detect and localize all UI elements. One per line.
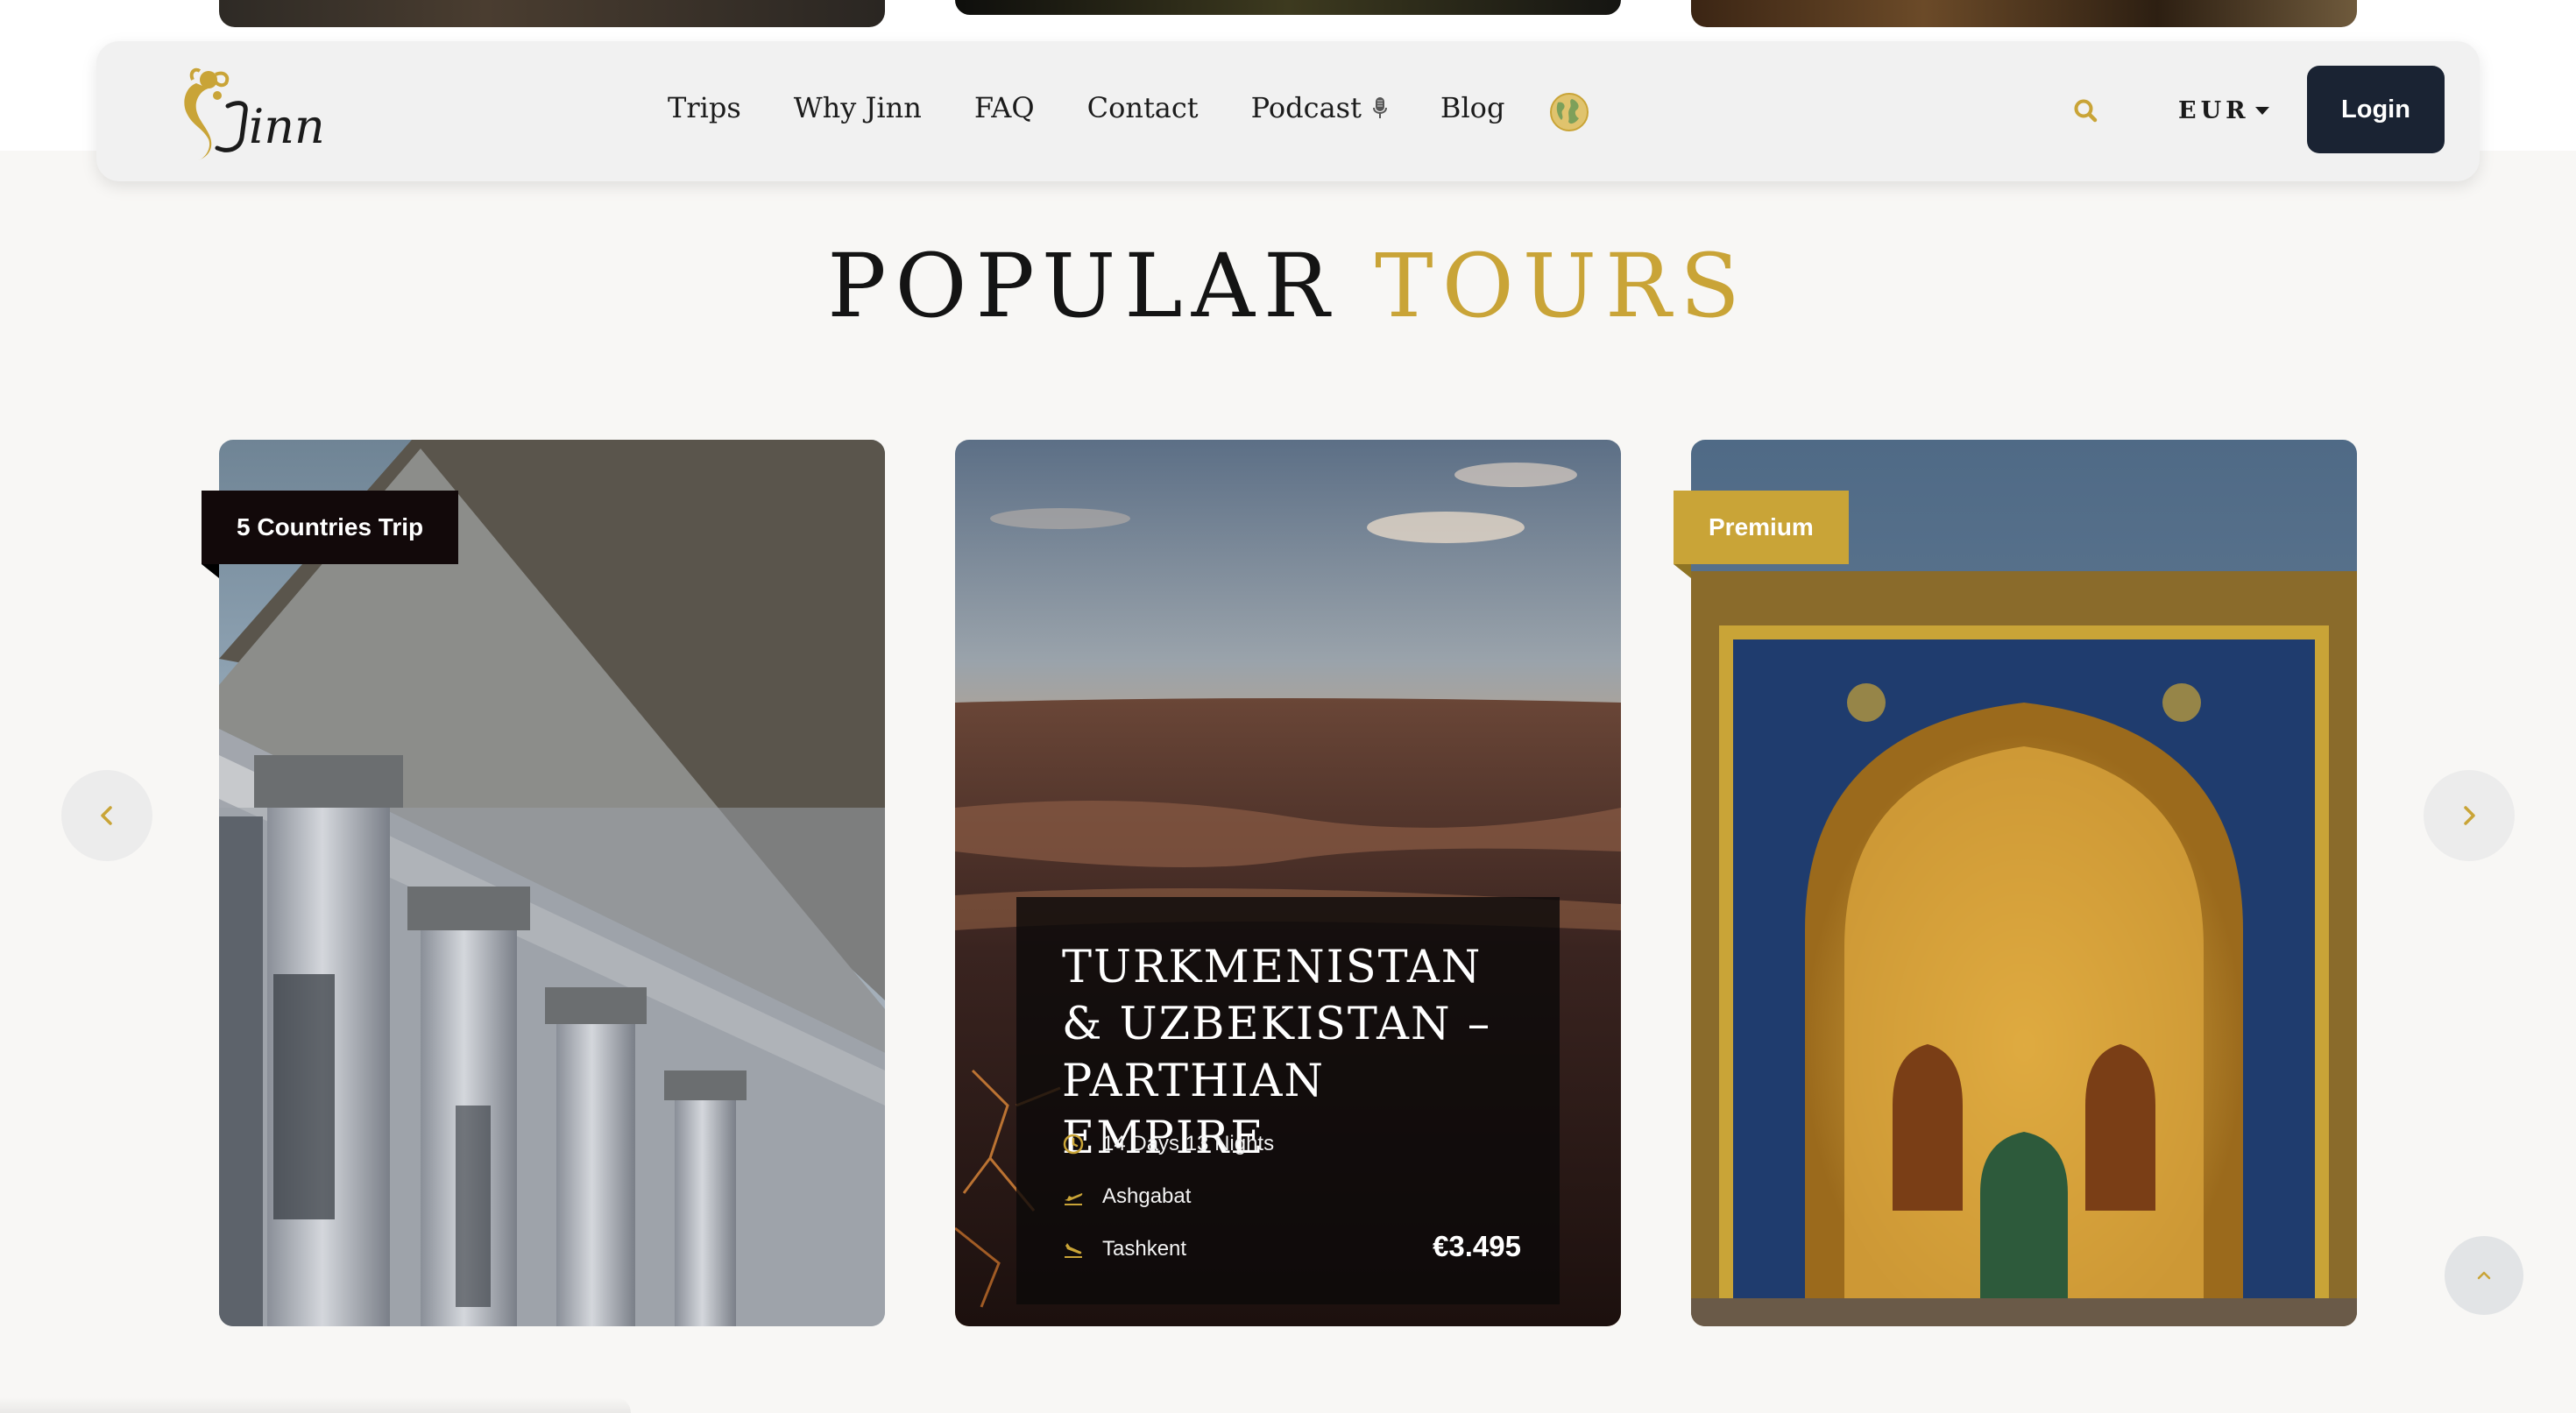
nav-faq[interactable]: FAQ (974, 94, 1035, 122)
nav-why-jinn[interactable]: Why Jinn (794, 94, 922, 122)
scroll-to-top-button[interactable] (2445, 1236, 2523, 1315)
tour-arrival-label: Tashkent (1102, 1237, 1187, 1261)
cookie-banner-edge (0, 1397, 631, 1413)
previous-card-image (1691, 0, 2357, 27)
tour-badge-label: 5 Countries Trip (237, 513, 424, 540)
genie-logo-icon: inn (184, 67, 325, 160)
caret-down-icon (2254, 107, 2269, 115)
tour-duration-label: 14 Days 13 Nights (1102, 1132, 1275, 1155)
tiled-mosque-portal-photo (1691, 440, 2357, 1326)
plane-arrival-icon (1065, 1243, 1082, 1258)
jinn-logo[interactable]: inn (163, 57, 338, 167)
previous-card-image (955, 0, 1621, 15)
currency-label: EUR (2178, 97, 2250, 124)
currency-selector[interactable]: EUR (2178, 97, 2269, 124)
tour-arrival: Tashkent (1062, 1237, 1186, 1261)
carousel-next-button[interactable] (2424, 770, 2515, 861)
section-title-accent: TOURS (1375, 235, 1749, 337)
neoclassical-columns-photo (219, 440, 885, 1326)
site-header: inn Trips Why Jinn FAQ Contact Podcast B… (96, 41, 2480, 181)
previous-card-image (219, 0, 885, 27)
premium-badge: Premium (1674, 491, 1849, 578)
svg-text:inn: inn (249, 99, 325, 154)
section-title-dark: POPULAR (827, 235, 1339, 337)
premium-badge-label: Premium (1709, 513, 1814, 540)
globe-icon[interactable] (1549, 92, 1589, 132)
main-nav: Trips Why Jinn FAQ Contact Podcast Blog (668, 94, 1557, 122)
tour-badge: 5 Countries Trip (202, 491, 459, 578)
login-button[interactable]: Login (2307, 66, 2445, 153)
tour-price: €3.495 (1433, 1230, 1521, 1262)
nav-podcast-label: Podcast (1250, 91, 1362, 124)
plane-departure-icon (1065, 1193, 1083, 1205)
section-title: POPULAR TOURS (0, 238, 2576, 335)
microphone-icon (1372, 97, 1387, 118)
tour-card[interactable] (219, 440, 885, 1326)
carousel-prev-button[interactable] (61, 770, 152, 861)
nav-trips[interactable]: Trips (668, 94, 741, 122)
tour-info-panel[interactable]: TURKMENISTAN & UZBEKISTAN – PARTHIAN EMP… (1016, 897, 1560, 1304)
chevron-up-icon (2477, 1271, 2491, 1280)
clock-icon (1063, 1134, 1084, 1155)
nav-contact[interactable]: Contact (1087, 94, 1199, 122)
tour-duration: 14 Days 13 Nights (1062, 1132, 1274, 1156)
tour-departure: Ashgabat (1062, 1184, 1191, 1209)
chevron-left-icon (101, 806, 112, 825)
nav-podcast[interactable]: Podcast (1251, 94, 1388, 122)
tour-departure-label: Ashgabat (1102, 1184, 1192, 1208)
tour-card[interactable] (1691, 440, 2357, 1326)
nav-blog[interactable]: Blog (1440, 94, 1505, 122)
search-icon[interactable] (2072, 97, 2100, 125)
chevron-right-icon (2464, 806, 2475, 825)
